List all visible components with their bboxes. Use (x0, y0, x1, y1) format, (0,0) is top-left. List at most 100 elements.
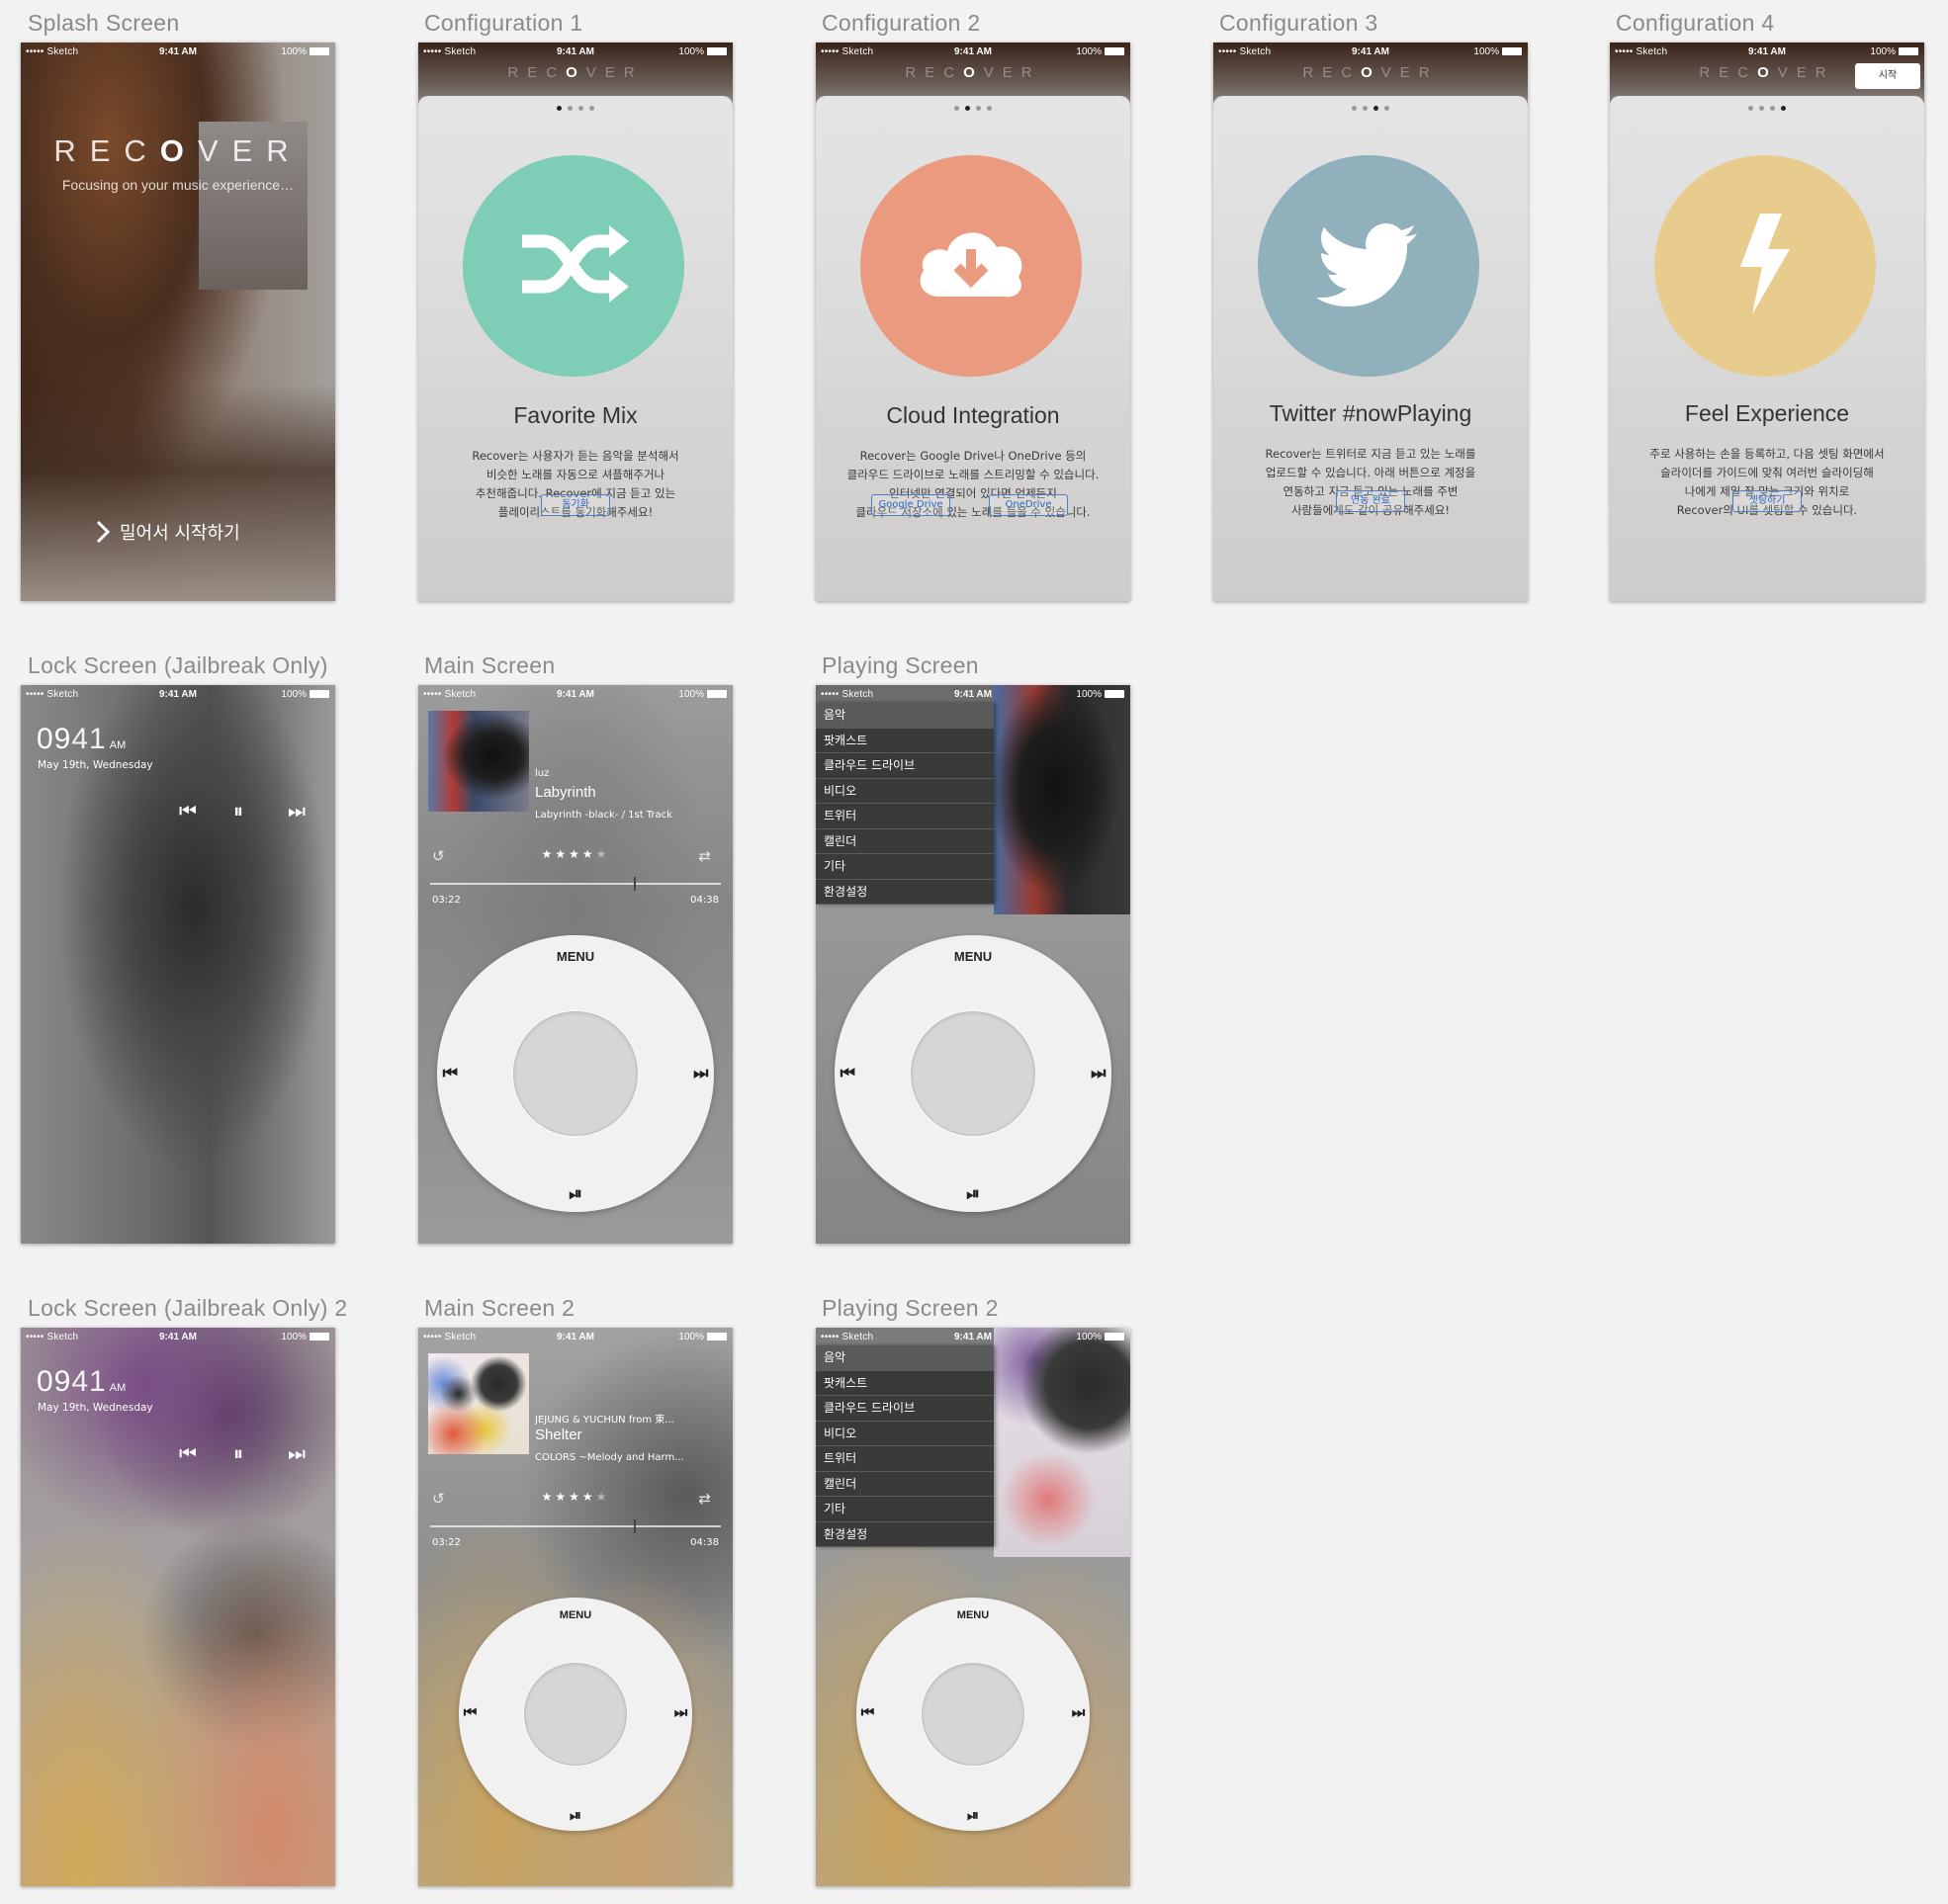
album-art[interactable] (428, 1353, 529, 1454)
feature-title: Cloud Integration (886, 402, 1060, 428)
next-track-icon[interactable]: ⏭ (288, 799, 306, 822)
swipe-to-start[interactable]: 밀어서 시작하기 (96, 519, 240, 545)
rating-star[interactable]: ★ (542, 847, 556, 861)
menu-item[interactable]: 클라우드 드라이브 (816, 1396, 994, 1422)
menu-item[interactable]: 비디오 (816, 779, 994, 804)
page-dot[interactable] (976, 106, 981, 111)
album-art[interactable] (428, 711, 529, 812)
rating-star[interactable]: ★ (596, 847, 610, 861)
center-button[interactable] (922, 1663, 1024, 1766)
menu-button[interactable]: MENU (437, 949, 714, 964)
page-dot[interactable] (954, 106, 959, 111)
rating-star[interactable]: ★ (542, 1490, 556, 1504)
play-pause-icon[interactable]: ⏯ (856, 1807, 1090, 1824)
menu-item[interactable]: 환경설정 (816, 880, 994, 905)
click-wheel[interactable]: MENU ⏮ ⏭ ⏯ (459, 1598, 692, 1831)
page-dot[interactable] (1363, 106, 1368, 111)
rating-star[interactable]: ★ (582, 847, 596, 861)
elapsed-time: 03:22 (432, 895, 461, 906)
logo-prefix: REC (507, 64, 567, 81)
center-button[interactable] (524, 1663, 627, 1766)
shuffle-icon[interactable]: ⇄ (698, 1490, 711, 1508)
menu-item[interactable]: 기타 (816, 1497, 994, 1522)
shuffle-icon[interactable]: ⇄ (698, 847, 711, 865)
previous-track-icon[interactable]: ⏮ (861, 1704, 875, 1721)
label-play-1: Playing Screen (822, 652, 979, 678)
page-dot[interactable] (1748, 106, 1753, 111)
progress-bar[interactable] (430, 1519, 721, 1533)
menu-item[interactable]: 캘린더 (816, 1472, 994, 1497)
clock-ampm: AM (109, 1382, 127, 1394)
menu-item[interactable]: 캘린더 (816, 829, 994, 854)
rating-star[interactable]: ★ (569, 1490, 582, 1504)
logo-o: O (963, 64, 984, 81)
menu-item[interactable]: 환경설정 (816, 1522, 994, 1547)
menu-item[interactable]: 기타 (816, 854, 994, 880)
config-button-2[interactable]: OneDrive (989, 494, 1068, 516)
page-dot[interactable] (1373, 106, 1378, 111)
config-button-1[interactable]: 동기화 (541, 494, 610, 516)
click-wheel[interactable]: MENU ⏮ ⏭ ⏯ (856, 1598, 1090, 1831)
menu-button[interactable]: MENU (835, 949, 1111, 964)
page-dot[interactable] (987, 106, 992, 111)
page-indicator (418, 106, 733, 111)
page-dot[interactable] (1770, 106, 1775, 111)
menu-item[interactable]: 비디오 (816, 1422, 994, 1446)
progress-bar[interactable] (430, 877, 721, 891)
previous-track-icon[interactable]: ⏮ (179, 799, 197, 822)
next-track-icon[interactable]: ⏭ (288, 1441, 306, 1465)
menu-item[interactable]: 트위터 (816, 804, 994, 829)
center-button[interactable] (513, 1011, 638, 1136)
artist-name: luz (535, 768, 550, 779)
previous-track-icon[interactable]: ⏮ (443, 1064, 458, 1083)
rating-star[interactable]: ★ (555, 847, 569, 861)
center-button[interactable] (911, 1011, 1035, 1136)
rating-star[interactable]: ★ (569, 847, 582, 861)
config-button-1[interactable]: Google Drive (871, 494, 950, 516)
page-dot[interactable] (965, 106, 970, 111)
next-track-icon[interactable]: ⏭ (1072, 1704, 1086, 1721)
click-wheel[interactable]: MENU ⏮ ⏭ ⏯ (437, 935, 714, 1212)
page-dot[interactable] (1759, 106, 1764, 111)
shuffle-icon (514, 219, 633, 312)
description-line: 업로드할 수 있습니다. 아래 버튼으로 계정을 (1265, 466, 1476, 479)
next-track-icon[interactable]: ⏭ (674, 1704, 688, 1721)
page-dot[interactable] (557, 106, 562, 111)
page-dot[interactable] (578, 106, 583, 111)
menu-item[interactable]: 음악 (816, 703, 994, 729)
menu-item[interactable]: 팟캐스트 (816, 1371, 994, 1396)
menu-button[interactable]: MENU (459, 1609, 692, 1621)
battery-indicator: 100% (1870, 46, 1918, 57)
click-wheel[interactable]: MENU ⏮ ⏭ ⏯ (835, 935, 1111, 1212)
menu-button[interactable]: MENU (856, 1609, 1090, 1621)
previous-track-icon[interactable]: ⏮ (464, 1704, 478, 1721)
config-button-1[interactable]: 셋팅하기 (1732, 490, 1802, 512)
page-dot[interactable] (1384, 106, 1389, 111)
rating-star[interactable]: ★ (555, 1490, 569, 1504)
play-pause-icon[interactable]: ⏯ (459, 1807, 692, 1824)
next-track-icon[interactable]: ⏭ (693, 1064, 708, 1083)
next-track-icon[interactable]: ⏭ (1091, 1064, 1106, 1083)
play-pause-icon[interactable]: ⏯ (835, 1184, 1111, 1204)
progress-knob[interactable] (633, 877, 636, 891)
play-pause-icon[interactable]: ⏯ (437, 1184, 714, 1204)
start-button[interactable]: 시작 (1855, 63, 1920, 89)
page-dot[interactable] (568, 106, 573, 111)
previous-track-icon[interactable]: ⏮ (841, 1064, 855, 1083)
feature-title: Twitter #nowPlaying (1269, 400, 1472, 426)
menu-item[interactable]: 팟캐스트 (816, 729, 994, 753)
progress-knob[interactable] (633, 1519, 636, 1533)
pause-icon[interactable]: ⏸ (233, 799, 243, 822)
rating-star[interactable]: ★ (596, 1490, 610, 1504)
page-dot[interactable] (1352, 106, 1357, 111)
menu-item[interactable]: 클라우드 드라이브 (816, 753, 994, 779)
menu-item[interactable]: 음악 (816, 1345, 994, 1371)
page-dot[interactable] (1781, 106, 1786, 111)
description-line: 비슷한 노래를 자동으로 셔플해주거나 (486, 468, 665, 481)
previous-track-icon[interactable]: ⏮ (179, 1441, 197, 1465)
menu-item[interactable]: 트위터 (816, 1446, 994, 1472)
page-dot[interactable] (589, 106, 594, 111)
config-button-1[interactable]: 연동 완료 (1336, 490, 1405, 512)
rating-star[interactable]: ★ (582, 1490, 596, 1504)
pause-icon[interactable]: ⏸ (233, 1441, 243, 1465)
